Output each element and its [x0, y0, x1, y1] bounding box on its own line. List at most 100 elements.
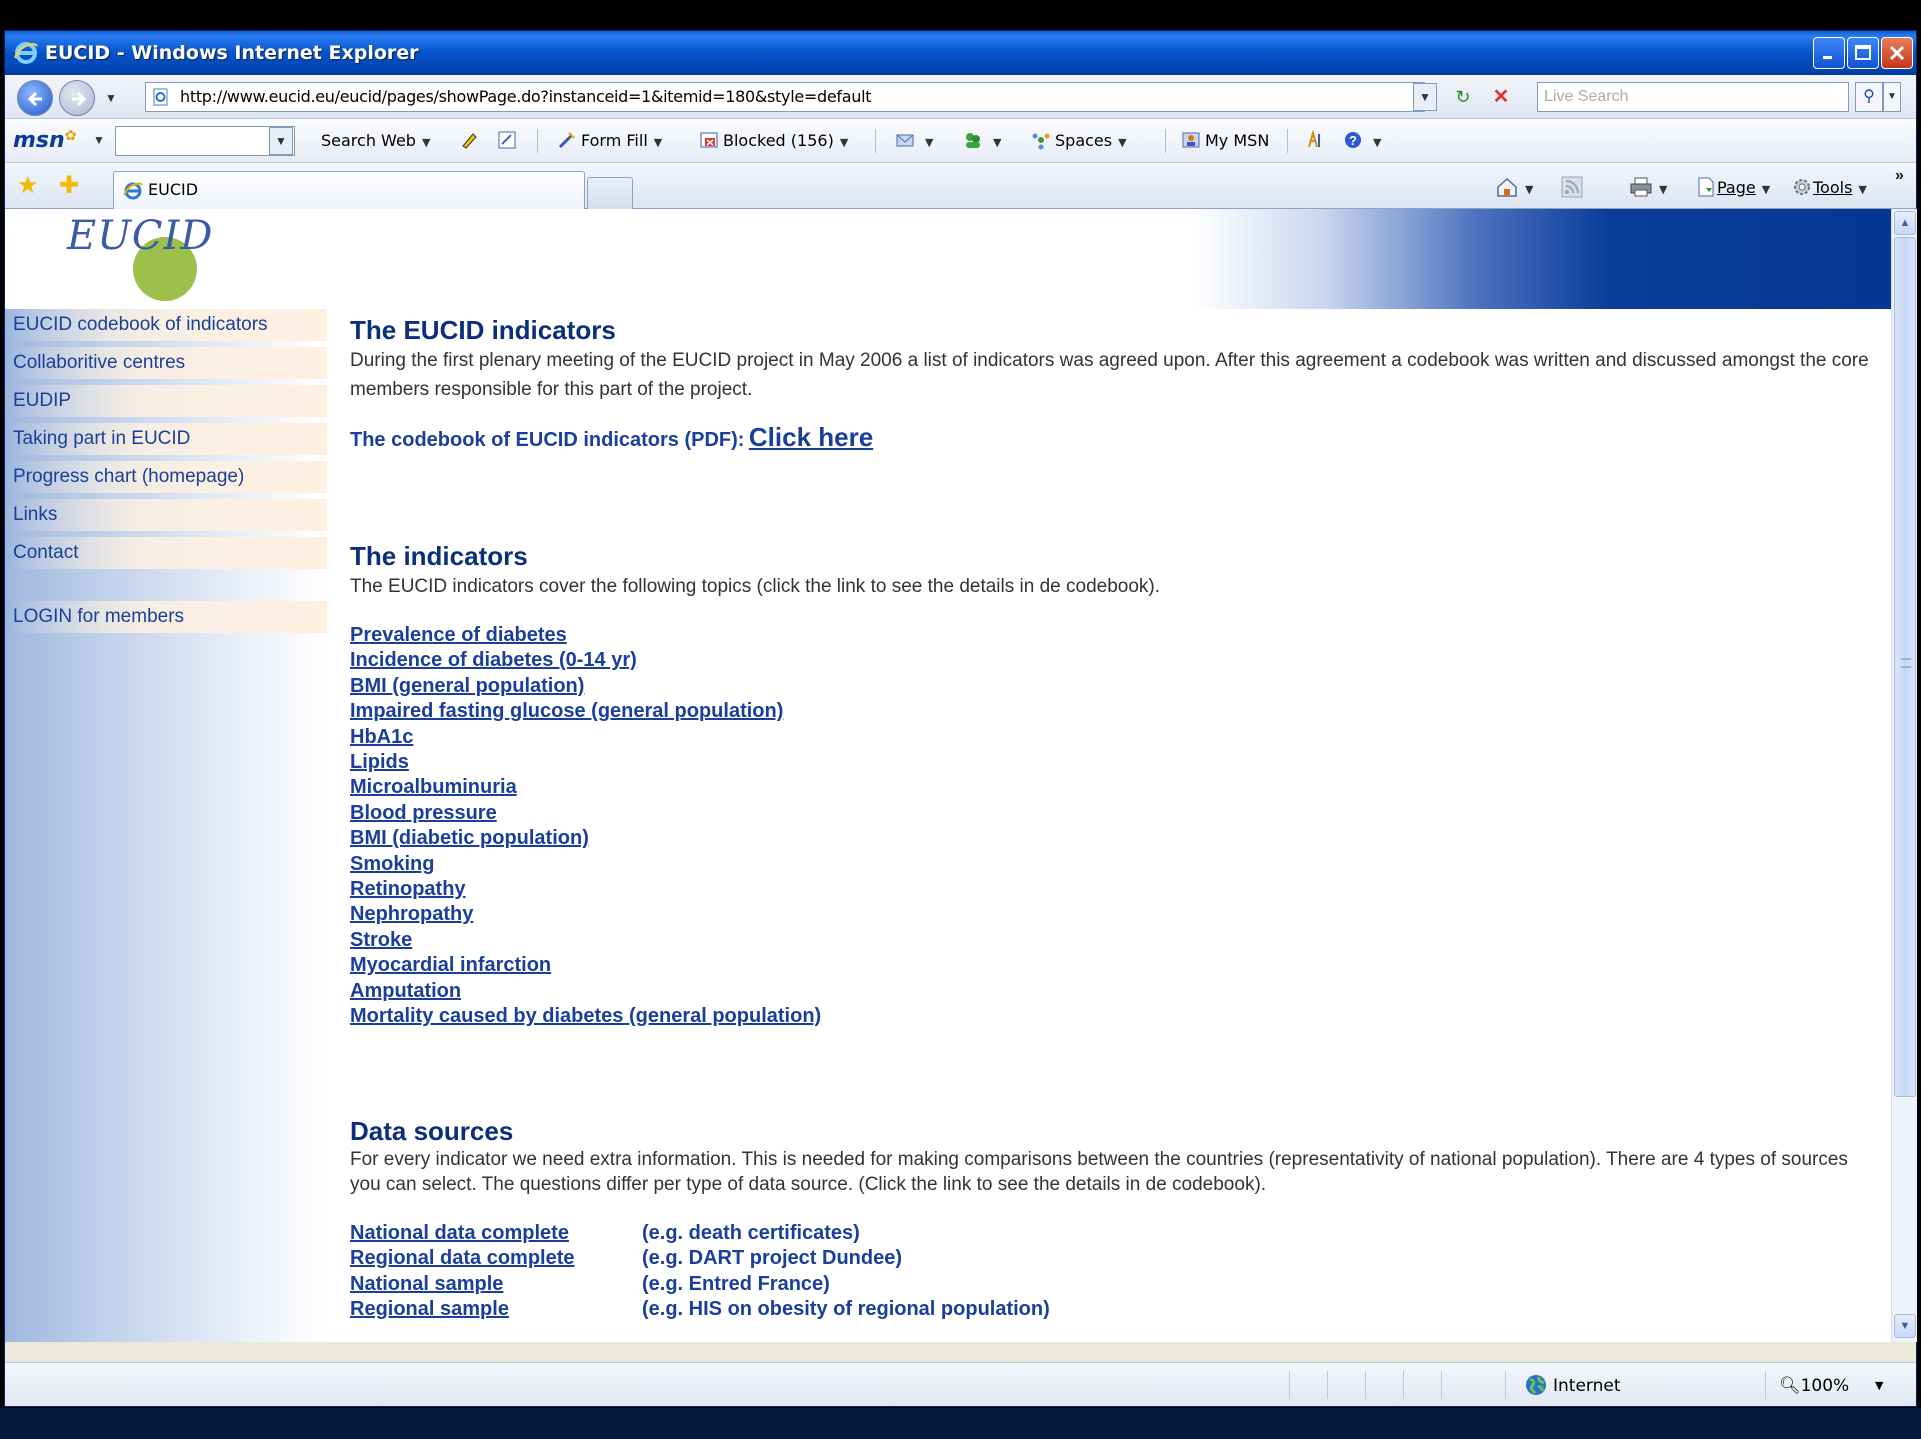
scroll-down-button[interactable]: ▼ — [1894, 1314, 1916, 1338]
indicator-link[interactable]: BMI (general population) — [350, 674, 1870, 699]
globe-icon — [1526, 1375, 1546, 1395]
live-search-input[interactable]: Live Search — [1537, 82, 1849, 112]
msn-logo[interactable]: msn✿ — [13, 128, 76, 153]
indicator-link[interactable]: Amputation — [350, 979, 1870, 1004]
refresh-button[interactable]: ↻ — [1449, 83, 1477, 111]
page-icon — [153, 88, 168, 106]
tab-eucid[interactable]: EUCID — [113, 171, 585, 209]
feeds-button[interactable] — [1561, 175, 1583, 201]
more-commands-chevron-icon[interactable]: » — [1895, 167, 1904, 185]
print-button[interactable]: ▼ — [1629, 175, 1667, 201]
data-source-row: Regional data complete (e.g. DART projec… — [350, 1246, 1870, 1272]
menu-item-centres[interactable]: Collaboritive centres — [9, 347, 327, 379]
form-fill-button[interactable]: Form Fill ▼ — [557, 127, 662, 155]
minimize-button[interactable] — [1813, 37, 1845, 69]
close-button[interactable] — [1881, 37, 1913, 69]
menu-item-progress-chart[interactable]: Progress chart (homepage) — [9, 461, 327, 493]
favorites-star-icon[interactable]: ★ — [17, 174, 39, 198]
indicator-link[interactable]: Incidence of diabetes (0-14 yr) — [350, 648, 1870, 673]
indicator-link[interactable]: Myocardial infarction — [350, 953, 1870, 978]
messenger-button[interactable]: ▼ — [963, 127, 1001, 155]
data-source-link[interactable]: National data complete — [350, 1221, 642, 1247]
my-msn-label: My MSN — [1205, 131, 1270, 150]
topics-paragraph: The EUCID indicators cover the following… — [350, 576, 1161, 597]
zoom-level[interactable]: 🔍︎100% — [1779, 1373, 1849, 1399]
indicator-link[interactable]: BMI (diabetic population) — [350, 826, 1870, 851]
my-msn-button[interactable]: My MSN — [1181, 127, 1269, 155]
menu-item-links[interactable]: Links — [9, 499, 327, 531]
zoom-dropdown[interactable]: ▼ — [1875, 1373, 1883, 1399]
indicator-link[interactable]: Retinopathy — [350, 877, 1870, 902]
status-separator — [1365, 1371, 1366, 1399]
msn-search-dropdown[interactable]: ▼ — [269, 127, 293, 155]
search-options-dropdown[interactable]: ▼ — [1883, 82, 1901, 112]
indicator-link[interactable]: Stroke — [350, 928, 1870, 953]
edit-button[interactable] — [497, 127, 521, 155]
chevron-down-icon: ▼ — [1118, 136, 1127, 149]
forward-button[interactable] — [59, 80, 95, 116]
msn-search-input[interactable] — [115, 126, 295, 156]
menu-item-login[interactable]: LOGIN for members — [9, 601, 327, 633]
research-icon — [1308, 130, 1320, 148]
maximize-icon — [1855, 45, 1871, 60]
eucid-logo[interactable]: EUCID — [67, 213, 217, 303]
data-source-list: National data complete (e.g. death certi… — [350, 1221, 1870, 1323]
research-button[interactable] — [1305, 127, 1329, 155]
toolbar-separator — [1287, 129, 1288, 153]
home-button[interactable]: ▼ — [1495, 175, 1533, 201]
status-separator — [1403, 1371, 1404, 1399]
scroll-up-button[interactable]: ▲ — [1894, 211, 1916, 235]
search-web-button[interactable]: Search Web ▼ — [321, 127, 430, 155]
page-menu[interactable]: Page ▼ — [1695, 175, 1770, 201]
data-source-link[interactable]: National sample — [350, 1272, 642, 1298]
indicator-link[interactable]: Lipids — [350, 750, 1870, 775]
msn-logo-text: msn — [13, 128, 65, 153]
spaces-label: Spaces — [1055, 131, 1113, 150]
mail-icon — [896, 134, 914, 147]
new-tab-button[interactable] — [587, 177, 633, 209]
address-input[interactable]: http://www.eucid.eu/eucid/pages/showPage… — [145, 82, 1425, 112]
indicator-link[interactable]: Mortality caused by diabetes (general po… — [350, 1004, 1870, 1029]
menu-item-taking-part[interactable]: Taking part in EUCID — [9, 423, 327, 455]
indicator-link[interactable]: Blood pressure — [350, 801, 1870, 826]
scroll-thumb[interactable] — [1894, 237, 1916, 1097]
data-source-link[interactable]: Regional data complete — [350, 1246, 642, 1272]
spaces-button[interactable]: Spaces ▼ — [1031, 127, 1127, 155]
desktop-bottom-band — [0, 1408, 1921, 1439]
msn-toolbar: msn✿ ▼ ▼ Search Web ▼ Form Fill ▼ Blocked … — [5, 119, 1916, 163]
security-zone[interactable]: Internet — [1525, 1373, 1621, 1399]
indicator-link[interactable]: HbA1c — [350, 725, 1870, 750]
mail-button[interactable]: ▼ — [895, 127, 933, 155]
menu-item-codebook[interactable]: EUCID codebook of indicators — [9, 309, 327, 341]
tab-bar: ★ ✚ EUCID ▼ ▼ Page ▼ Tools ▼ » — [5, 163, 1916, 209]
stop-button[interactable]: ✕ — [1487, 83, 1515, 111]
menu-item-eudip[interactable]: EUDIP — [9, 385, 327, 417]
blocked-popups-button[interactable]: Blocked (156) ▼ — [699, 127, 848, 155]
highlight-button[interactable] — [459, 127, 483, 155]
codebook-pdf-link[interactable]: Click here — [749, 422, 873, 452]
add-favorite-icon[interactable]: ✚ — [59, 174, 79, 198]
codebook-label: The codebook of EUCID indicators (PDF): — [350, 429, 745, 451]
address-dropdown[interactable]: ▼ — [1413, 83, 1437, 111]
indicator-link[interactable]: Nephropathy — [350, 902, 1870, 927]
tools-menu[interactable]: Tools ▼ — [1791, 175, 1867, 201]
logo-text: EUCID — [67, 213, 214, 259]
msn-menu-dropdown[interactable]: ▼ — [93, 133, 105, 147]
help-button[interactable]: ? ▼ — [1343, 127, 1381, 155]
menu-item-contact[interactable]: Contact — [9, 537, 327, 569]
indicator-link[interactable]: Smoking — [350, 852, 1870, 877]
back-button[interactable] — [17, 80, 53, 116]
data-source-link[interactable]: Regional sample — [350, 1297, 642, 1323]
search-button[interactable]: ⚲ — [1855, 82, 1883, 112]
tools-menu-label: Tools — [1813, 178, 1853, 197]
indicator-link[interactable]: Microalbuminuria — [350, 775, 1870, 800]
indicator-link[interactable]: Prevalence of diabetes — [350, 623, 1870, 648]
indicator-link[interactable]: Impaired fasting glucose (general popula… — [350, 699, 1870, 724]
status-separator — [1327, 1371, 1328, 1399]
recent-pages-dropdown[interactable]: ▼ — [105, 91, 117, 105]
vertical-scrollbar[interactable]: ▲ ▼ — [1891, 209, 1917, 1342]
data-source-example: (e.g. DART project Dundee) — [642, 1247, 903, 1269]
ie-page-icon — [123, 182, 143, 200]
maximize-button[interactable] — [1847, 37, 1879, 69]
chevron-down-icon: ▼ — [839, 136, 849, 149]
